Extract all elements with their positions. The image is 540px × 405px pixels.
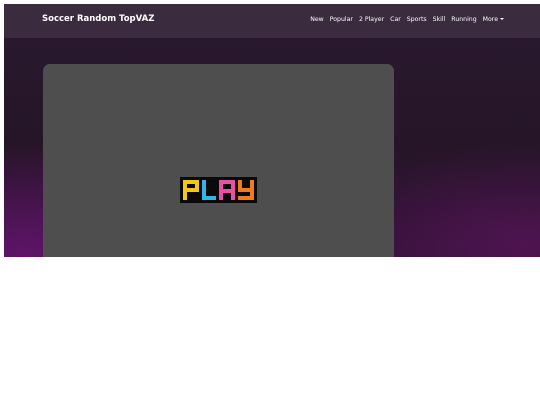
letter-l xyxy=(202,180,216,200)
nav-item-more[interactable]: More xyxy=(483,16,504,23)
nav-item-2-player[interactable]: 2 Player xyxy=(359,16,384,23)
top-navbar: Soccer Random TopVAZ New Popular 2 Playe… xyxy=(4,4,540,38)
site-brand[interactable]: Soccer Random TopVAZ xyxy=(42,14,154,24)
nav-item-popular[interactable]: Popular xyxy=(330,16,353,23)
chevron-down-icon xyxy=(500,18,504,20)
nav-item-running[interactable]: Running xyxy=(451,16,476,23)
letter-y xyxy=(238,180,254,200)
letter-p xyxy=(183,180,199,200)
play-button[interactable] xyxy=(180,177,257,203)
play-logo-icon xyxy=(183,180,254,200)
page-viewport: Soccer Random TopVAZ New Popular 2 Playe… xyxy=(4,4,540,257)
nav-item-new[interactable]: New xyxy=(310,16,324,23)
nav-menu: New Popular 2 Player Car Sports Skill Ru… xyxy=(310,16,504,23)
nav-item-car[interactable]: Car xyxy=(390,16,401,23)
nav-item-sports[interactable]: Sports xyxy=(407,16,427,23)
nav-item-skill[interactable]: Skill xyxy=(433,16,446,23)
game-frame[interactable] xyxy=(43,64,394,257)
letter-a xyxy=(219,180,235,200)
nav-item-more-label: More xyxy=(482,16,498,23)
